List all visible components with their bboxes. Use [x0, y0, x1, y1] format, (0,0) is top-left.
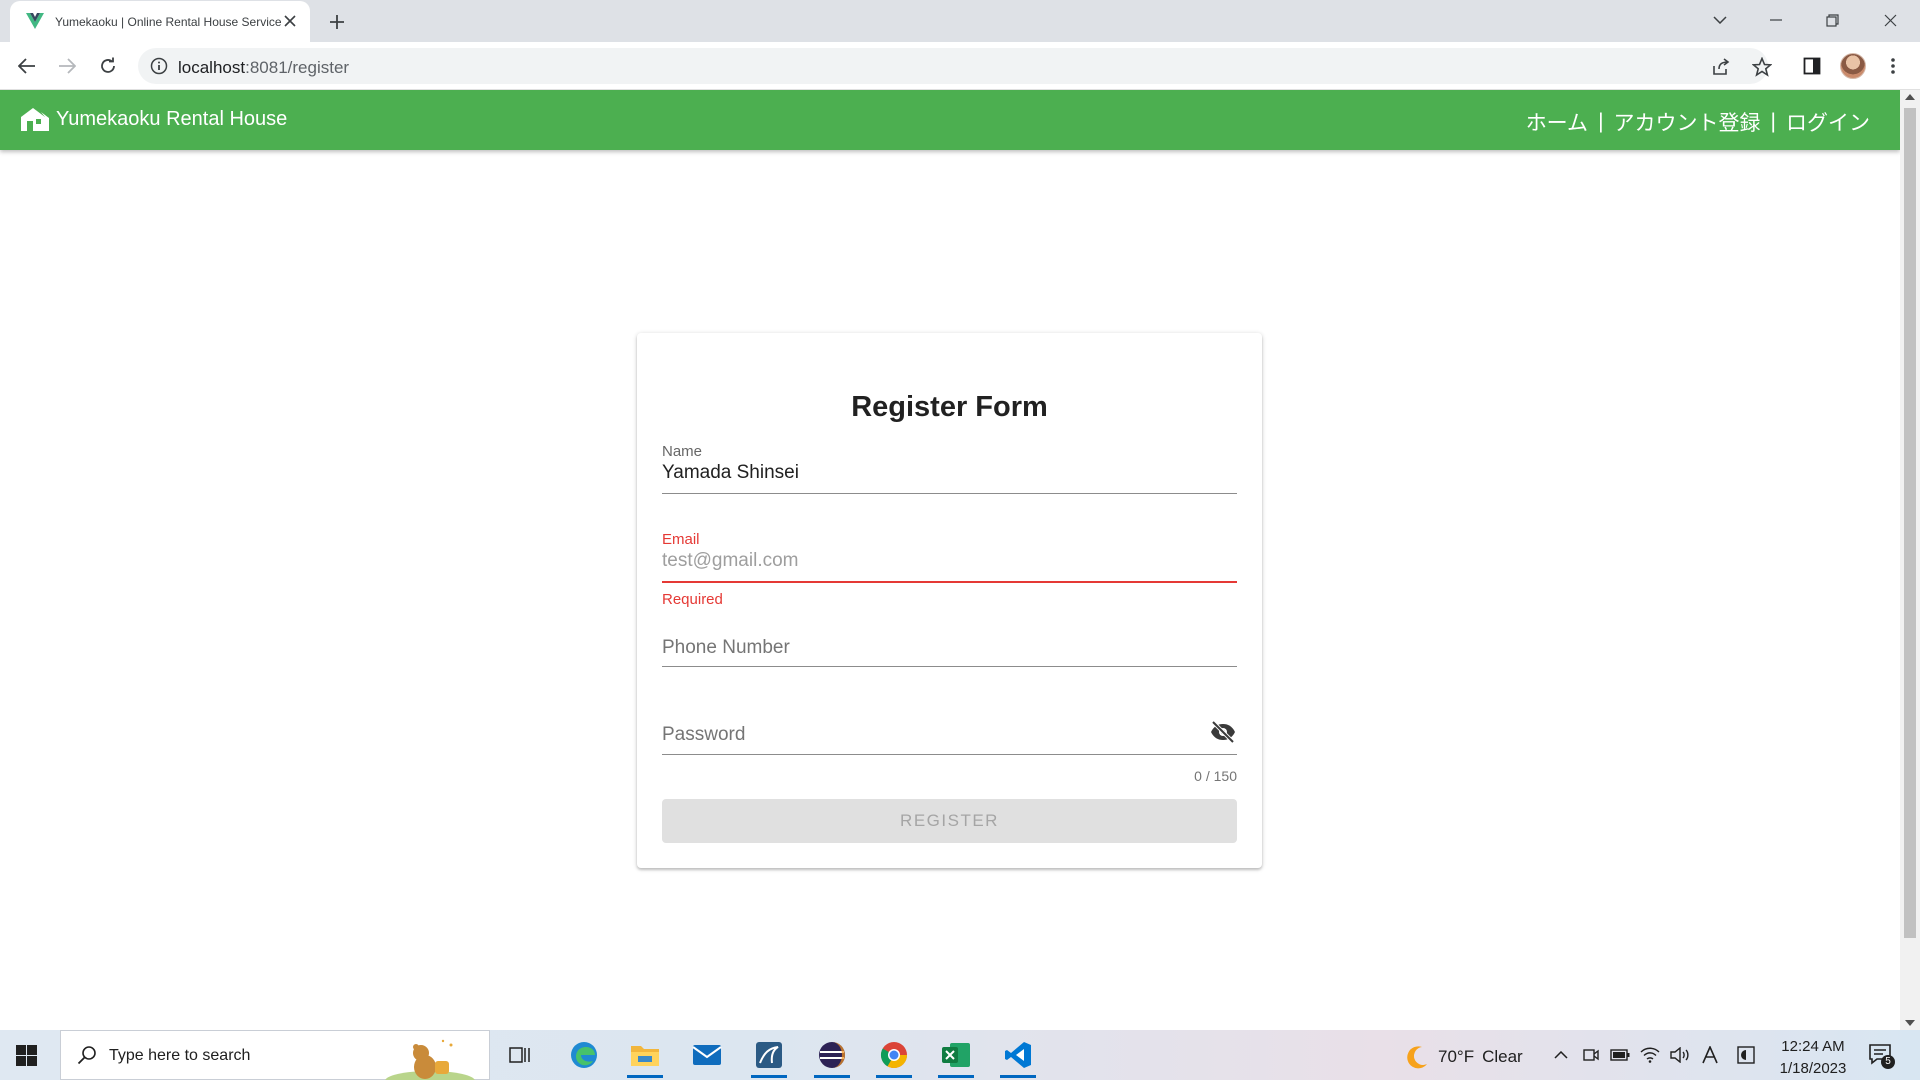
- name-underline: [662, 493, 1237, 494]
- windows-taskbar: Type here to search 70°F Clear 12:24 AM …: [0, 1030, 1920, 1080]
- url-text: localhost:8081/register: [178, 58, 349, 78]
- browser-tab-strip: Yumekaoku | Online Rental House Service: [0, 0, 1920, 42]
- wifi-icon[interactable]: [1640, 1045, 1660, 1065]
- mysql-workbench-icon[interactable]: [747, 1037, 791, 1078]
- input-method-icon[interactable]: [1700, 1045, 1720, 1065]
- show-hidden-icons-chevron-icon[interactable]: [1551, 1045, 1571, 1065]
- excel-icon[interactable]: [934, 1037, 978, 1078]
- url-path: :8081/register: [245, 58, 350, 77]
- email-underline: [662, 581, 1237, 583]
- house-icon: [20, 106, 50, 132]
- top-nav: ホーム | アカウント登録 | ログイン: [1526, 107, 1870, 137]
- more-menu-icon[interactable]: [1881, 54, 1905, 78]
- notification-count-badge: 5: [1881, 1055, 1895, 1069]
- clock-date: 1/18/2023: [1779, 1060, 1847, 1077]
- bookmark-star-icon[interactable]: [1751, 56, 1773, 78]
- brand-link[interactable]: Yumekaoku Rental House: [20, 106, 287, 132]
- file-explorer-icon[interactable]: [623, 1037, 667, 1078]
- phone-field[interactable]: Phone Number: [662, 623, 1237, 678]
- nav-separator: |: [1770, 110, 1776, 133]
- form-title: Register Form: [851, 391, 1048, 423]
- restore-icon[interactable]: [1818, 8, 1846, 32]
- taskbar-search-box[interactable]: Type here to search: [60, 1030, 490, 1080]
- page-scrollbar[interactable]: [1900, 90, 1920, 1030]
- register-button[interactable]: REGISTER: [662, 799, 1237, 843]
- close-window-icon[interactable]: [1876, 8, 1904, 32]
- task-view-icon[interactable]: [498, 1037, 542, 1073]
- search-placeholder: Type here to search: [109, 1047, 251, 1064]
- site-info-icon[interactable]: [150, 57, 168, 75]
- moon-icon: [1404, 1044, 1430, 1070]
- phone-underline: [662, 666, 1237, 667]
- password-counter: 0 / 150: [1194, 768, 1237, 784]
- url-host: localhost: [178, 58, 246, 77]
- nav-separator: |: [1598, 110, 1604, 133]
- nav-home-link[interactable]: ホーム: [1526, 107, 1588, 137]
- search-highlight-art-icon: [385, 1035, 475, 1080]
- edge-browser-icon[interactable]: [562, 1037, 606, 1073]
- vue-favicon-icon: [26, 13, 44, 29]
- search-icon: [77, 1045, 97, 1065]
- clock-time: 12:24 AM: [1781, 1038, 1845, 1055]
- name-field[interactable]: Name Yamada Shinsei: [662, 443, 1237, 503]
- vscode-icon[interactable]: [996, 1037, 1040, 1078]
- mail-icon[interactable]: [685, 1037, 729, 1073]
- weather-condition: Clear: [1482, 1047, 1523, 1066]
- password-field[interactable]: Password 0 / 150: [662, 711, 1237, 793]
- meet-now-icon[interactable]: [1581, 1045, 1601, 1065]
- brand-title: Yumekaoku Rental House: [56, 107, 288, 130]
- tab-close-icon[interactable]: [280, 11, 300, 31]
- name-label: Name: [662, 443, 703, 460]
- email-error-message: Required: [662, 591, 723, 608]
- back-icon[interactable]: [15, 54, 39, 78]
- scroll-up-arrow-icon[interactable]: [1905, 94, 1915, 100]
- scroll-down-arrow-icon[interactable]: [1905, 1020, 1915, 1026]
- password-input[interactable]: Password: [662, 724, 745, 746]
- email-label: Email: [662, 531, 700, 548]
- phone-input[interactable]: Phone Number: [662, 637, 790, 659]
- name-input[interactable]: Yamada Shinsei: [662, 462, 799, 484]
- nav-register-link[interactable]: アカウント登録: [1614, 107, 1761, 137]
- ime-mode-icon[interactable]: [1736, 1045, 1756, 1065]
- browser-tab-active[interactable]: Yumekaoku | Online Rental House Service: [10, 1, 310, 42]
- nav-login-link[interactable]: ログイン: [1786, 107, 1870, 137]
- chrome-browser-icon[interactable]: [872, 1037, 916, 1078]
- register-card: Register Form Name Yamada Shinsei Email …: [637, 333, 1262, 868]
- profile-avatar[interactable]: [1840, 53, 1866, 79]
- volume-icon[interactable]: [1670, 1045, 1690, 1065]
- scroll-thumb[interactable]: [1904, 108, 1916, 938]
- weather-widget[interactable]: 70°F Clear: [1404, 1044, 1523, 1070]
- email-input[interactable]: test@gmail.com: [662, 550, 799, 572]
- share-icon[interactable]: [1710, 56, 1732, 78]
- browser-toolbar: localhost:8081/register: [0, 42, 1920, 90]
- eclipse-ide-icon[interactable]: [810, 1037, 854, 1078]
- tab-title: Yumekaoku | Online Rental House Service: [55, 15, 282, 29]
- forward-icon[interactable]: [55, 54, 79, 78]
- email-field[interactable]: Email test@gmail.com Required: [662, 531, 1237, 608]
- battery-icon[interactable]: [1610, 1045, 1630, 1065]
- page-viewport: Yumekaoku Rental House ホーム | アカウント登録 | ロ…: [0, 90, 1920, 1030]
- windows-start-icon[interactable]: [16, 1045, 37, 1066]
- new-tab-icon[interactable]: [325, 10, 349, 34]
- app-bar: Yumekaoku Rental House ホーム | アカウント登録 | ロ…: [0, 90, 1900, 150]
- address-bar[interactable]: localhost:8081/register: [138, 48, 1772, 84]
- system-clock[interactable]: 12:24 AM 1/18/2023: [1768, 1036, 1858, 1080]
- password-underline: [662, 754, 1237, 755]
- side-panel-icon[interactable]: [1800, 54, 1824, 78]
- tab-search-chevron-icon[interactable]: [1706, 8, 1734, 32]
- weather-temp: 70°F: [1438, 1047, 1475, 1066]
- reload-icon[interactable]: [96, 54, 120, 78]
- minimize-icon[interactable]: [1762, 8, 1790, 32]
- eye-off-icon[interactable]: [1209, 720, 1237, 744]
